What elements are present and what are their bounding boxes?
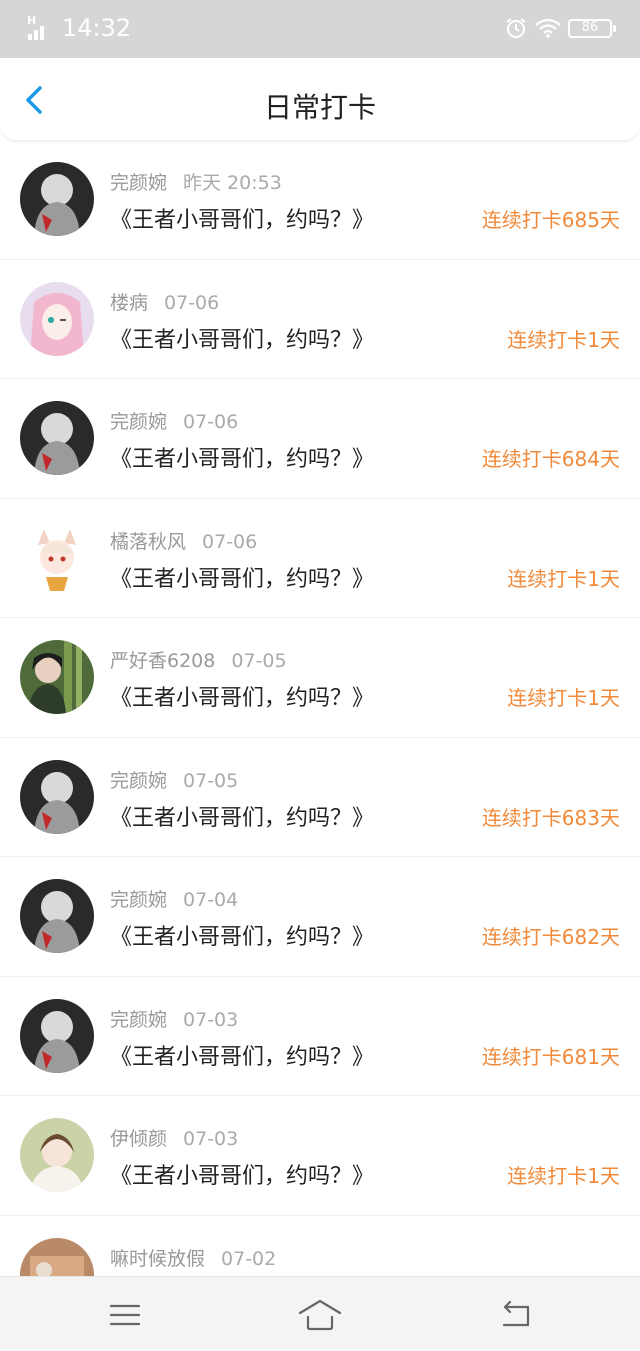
avatar[interactable]: [20, 281, 94, 356]
post-title[interactable]: 《王者小哥哥们，约吗？》: [110, 322, 374, 354]
username[interactable]: 完颜婉: [110, 889, 167, 911]
meta: 完颜婉 昨天 20:53: [110, 168, 282, 195]
post-title[interactable]: 《王者小哥哥们，约吗？》: [110, 202, 374, 234]
battery-icon: 86: [568, 19, 616, 38]
battery-level: 86: [581, 20, 599, 35]
post-date: 07-05: [231, 650, 287, 672]
post-date: 07-06: [164, 291, 220, 314]
username[interactable]: 嘛时候放假: [110, 1248, 205, 1270]
post-title[interactable]: 《王者小哥哥们，约吗？》: [110, 441, 374, 473]
avatar[interactable]: [20, 998, 94, 1073]
streak-label: 连续打卡1天: [507, 327, 620, 352]
checkin-row[interactable]: 完颜婉 07-05 《王者小哥哥们，约吗？》 连续打卡683天: [0, 738, 640, 857]
meta: 完颜婉 07-05: [110, 766, 238, 793]
checkin-row[interactable]: 完颜婉 昨天 20:53 《王者小哥哥们，约吗？》 连续打卡685天: [0, 140, 640, 260]
post-title[interactable]: 《王者小哥哥们，约吗？》: [110, 800, 374, 832]
navigation-bar: 日常打卡: [0, 58, 640, 140]
post-title[interactable]: 《王者小哥哥们，约吗？》: [110, 919, 374, 951]
streak-label: 连续打卡1天: [507, 566, 620, 591]
post-date: 07-04: [183, 889, 239, 911]
post-date: 昨天 20:53: [183, 172, 282, 194]
post-date: 07-02: [221, 1247, 277, 1270]
post-title[interactable]: 《王者小哥哥们，约吗？》: [110, 1158, 374, 1190]
meta: 严好香6208 07-05: [110, 646, 287, 673]
wifi-icon: [535, 18, 561, 38]
avatar[interactable]: [20, 401, 94, 475]
checkin-row[interactable]: 严好香6208 07-05 《王者小哥哥们，约吗？》 连续打卡1天: [0, 618, 640, 738]
meta: 伊倾颜 07-03: [110, 1124, 238, 1151]
meta: 完颜婉 07-06: [110, 407, 238, 434]
post-date: 07-03: [183, 1008, 239, 1031]
username[interactable]: 完颜婉: [110, 411, 167, 433]
streak-label: 连续打卡1天: [507, 1164, 620, 1188]
status-time: 14:32: [62, 14, 132, 42]
checkin-row[interactable]: 楼病 07-06 《王者小哥哥们，约吗？》 连续打卡1天: [0, 260, 640, 379]
checkin-row[interactable]: 完颜婉 07-04 《王者小哥哥们，约吗？》 连续打卡682天: [0, 857, 640, 977]
page-title: 日常打卡: [263, 91, 376, 124]
streak-label: 连续打卡681天: [481, 1044, 620, 1069]
checkin-row[interactable]: 完颜婉 07-03 《王者小哥哥们，约吗？》 连续打卡681天: [0, 977, 640, 1096]
streak-label: 连续打卡1天: [507, 686, 620, 710]
streak-label: 连续打卡683天: [481, 805, 620, 830]
meta: 橘落秋风 07-06: [110, 527, 257, 554]
meta: 楼病 07-06: [110, 288, 219, 315]
avatar[interactable]: [20, 759, 94, 834]
meta: 嘛时候放假 07-02: [110, 1244, 276, 1271]
post-date: 07-03: [183, 1128, 239, 1150]
system-nav-bar: [0, 1276, 640, 1351]
checkin-row[interactable]: 嘛时候放假 07-02: [0, 1216, 640, 1276]
avatar[interactable]: [20, 1118, 94, 1192]
avatar[interactable]: [20, 520, 94, 595]
username[interactable]: 完颜婉: [110, 1009, 167, 1031]
post-date: 07-06: [202, 530, 258, 553]
post-title[interactable]: 《王者小哥哥们，约吗？》: [110, 1039, 374, 1071]
post-date: 07-06: [183, 411, 239, 433]
avatar[interactable]: [20, 640, 94, 714]
checkin-row[interactable]: 完颜婉 07-06 《王者小哥哥们，约吗？》 连续打卡684天: [0, 379, 640, 499]
meta: 完颜婉 07-03: [110, 1005, 238, 1032]
alarm-icon: [506, 18, 526, 38]
avatar[interactable]: [20, 1237, 94, 1276]
avatar[interactable]: [20, 879, 94, 953]
post-title[interactable]: 《王者小哥哥们，约吗？》: [110, 680, 374, 712]
username[interactable]: 伊倾颜: [110, 1128, 167, 1150]
signal-icon: H: [26, 14, 50, 40]
username[interactable]: 严好香6208: [110, 650, 215, 672]
post-title[interactable]: 《王者小哥哥们，约吗？》: [110, 561, 374, 593]
streak-label: 连续打卡684天: [481, 447, 620, 471]
meta: 完颜婉 07-04: [110, 885, 238, 912]
status-bar: H 14:32 86: [0, 0, 640, 58]
streak-label: 连续打卡682天: [481, 925, 620, 949]
home-icon[interactable]: [296, 1295, 344, 1335]
checkin-list[interactable]: 完颜婉 昨天 20:53 《王者小哥哥们，约吗？》 连续打卡685天 楼病 07-0…: [0, 140, 640, 1276]
username[interactable]: 楼病: [110, 292, 148, 314]
username[interactable]: 橘落秋风: [110, 531, 186, 553]
menu-icon[interactable]: [105, 1295, 145, 1335]
username[interactable]: 完颜婉: [110, 172, 167, 194]
checkin-row[interactable]: 橘落秋风 07-06 《王者小哥哥们，约吗？》 连续打卡1天: [0, 499, 640, 618]
username[interactable]: 完颜婉: [110, 770, 167, 792]
back-arrow-icon[interactable]: [496, 1295, 536, 1335]
checkin-row[interactable]: 伊倾颜 07-03 《王者小哥哥们，约吗？》 连续打卡1天: [0, 1096, 640, 1216]
streak-label: 连续打卡685天: [481, 208, 620, 232]
avatar[interactable]: [20, 162, 94, 236]
post-date: 07-05: [183, 769, 239, 792]
